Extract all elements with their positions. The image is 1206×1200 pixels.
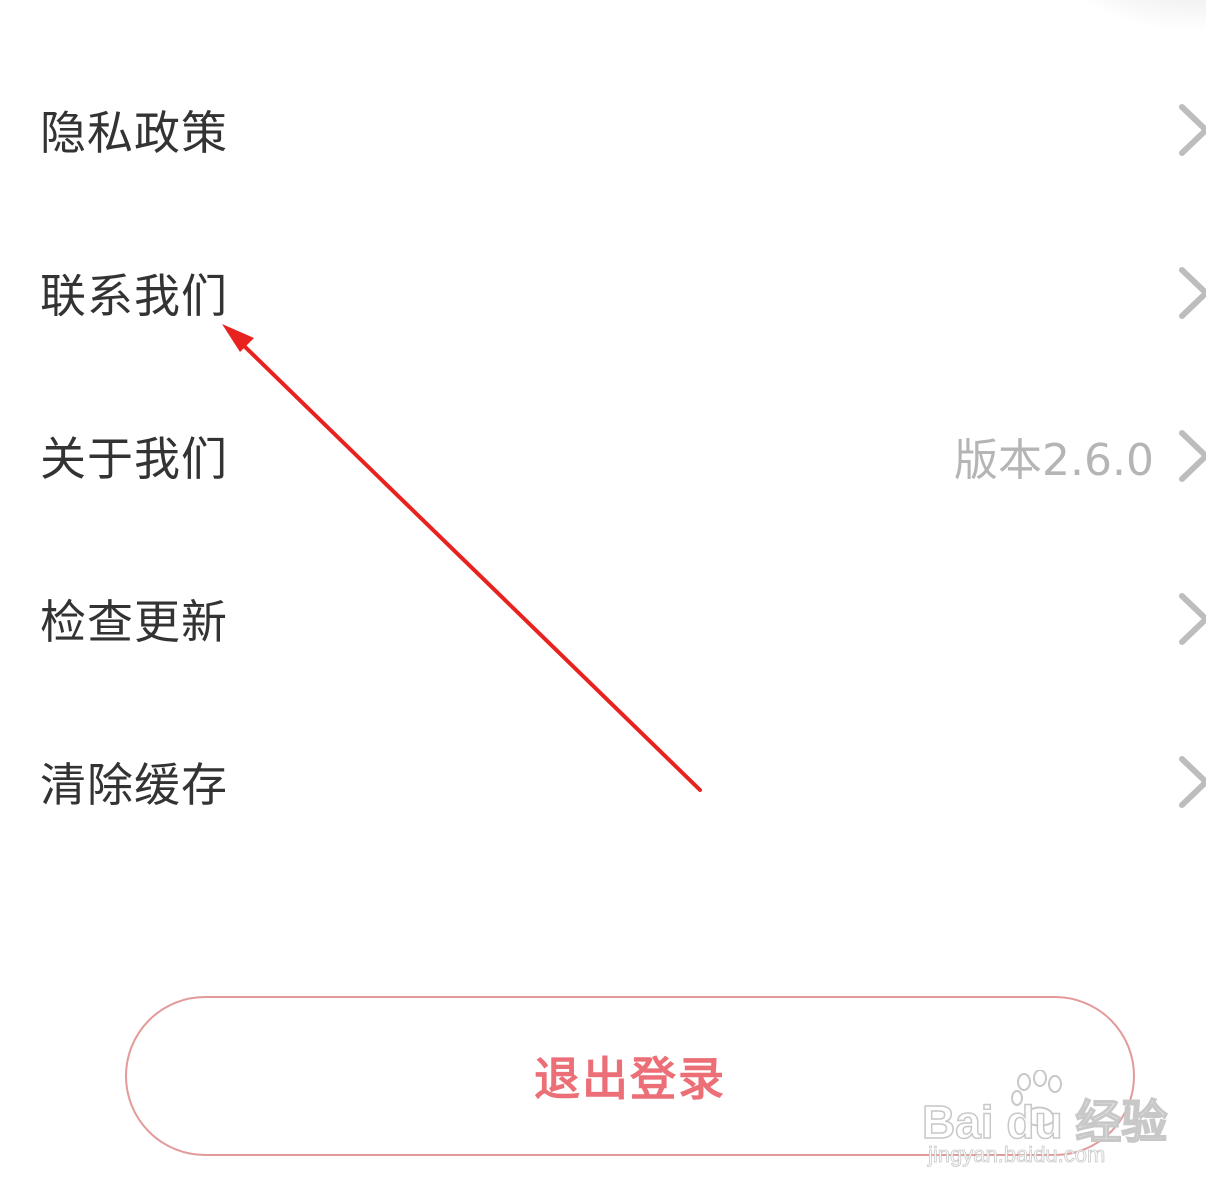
chevron-right-icon — [1176, 429, 1206, 483]
menu-item-label: 关于我们 — [40, 431, 228, 486]
floating-button-shadow — [1046, 0, 1206, 30]
menu-item-label: 联系我们 — [40, 268, 228, 323]
chevron-right-icon — [1176, 103, 1206, 157]
logout-button-label: 退出登录 — [534, 1052, 726, 1106]
chevron-right-icon — [1176, 266, 1206, 320]
menu-item-check-update[interactable]: 检查更新 — [0, 537, 1206, 700]
chevron-right-icon — [1176, 592, 1206, 646]
menu-item-clear-cache[interactable]: 清除缓存 — [0, 700, 1206, 863]
logout-button[interactable]: 退出登录 — [125, 996, 1135, 1156]
menu-item-privacy-policy[interactable]: 隐私政策 — [0, 48, 1206, 211]
menu-item-label: 检查更新 — [40, 594, 228, 649]
menu-item-contact-us[interactable]: 联系我们 — [0, 211, 1206, 374]
chevron-right-icon — [1176, 755, 1206, 809]
menu-item-label: 隐私政策 — [40, 105, 228, 160]
version-value: 版本2.6.0 — [954, 434, 1154, 486]
menu-item-about-us[interactable]: 关于我们 版本2.6.0 — [0, 374, 1206, 537]
menu-item-label: 清除缓存 — [40, 757, 228, 812]
settings-page: 隐私政策 联系我们 关于我们 版本2.6.0 检查更新 清除缓存 退出登录 Ba… — [0, 0, 1206, 1200]
settings-menu-list: 隐私政策 联系我们 关于我们 版本2.6.0 检查更新 清除缓存 — [0, 48, 1206, 863]
